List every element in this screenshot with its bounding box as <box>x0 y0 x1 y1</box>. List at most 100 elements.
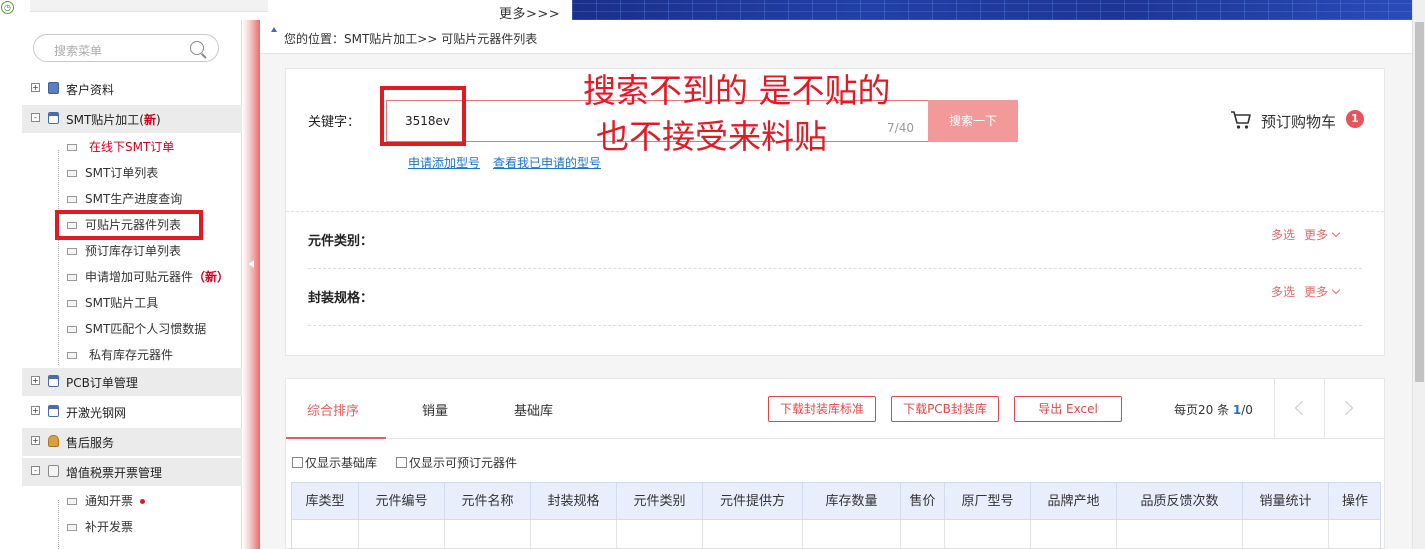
column-header[interactable]: 品牌产地 <box>1031 483 1117 520</box>
divider <box>308 325 1362 326</box>
char-counter: 7/40 <box>887 121 914 135</box>
sidebar-group-label: PCB订单管理 <box>66 376 138 390</box>
sidebar-group-invoice[interactable]: - 增值税票开票管理 <box>22 458 242 486</box>
sidebar-group-customer[interactable]: + 客户资料 <box>22 75 242 103</box>
column-header[interactable]: 品质反馈次数 <box>1117 483 1243 520</box>
sidebar-item-label: 预订库存订单列表 <box>85 244 182 258</box>
only-reservable-checkbox[interactable]: 仅显示可预订元器件 <box>396 454 517 471</box>
page-icon <box>67 170 77 177</box>
page-icon <box>67 196 77 203</box>
sidebar-item-label: 通知开票 <box>85 494 134 508</box>
sidebar-splitter[interactable] <box>242 20 260 549</box>
column-header[interactable]: 操作 <box>1329 483 1381 520</box>
sidebar-item-smt-progress[interactable]: SMT生产进度查询 <box>22 185 242 211</box>
export-excel-button[interactable]: 导出 Excel <box>1014 396 1122 422</box>
sidebar-item-label: 补开发票 <box>85 520 134 534</box>
column-header[interactable]: 库存数量 <box>803 483 901 520</box>
search-button[interactable]: 搜索一下 <box>928 100 1018 142</box>
tab-basic-library[interactable]: 基础库 <box>514 400 553 419</box>
next-page-icon[interactable] <box>1338 400 1354 416</box>
collapse-icon[interactable]: - <box>31 113 40 122</box>
breadcrumb-path: SMT贴片加工>> 可贴片元器件列表 <box>344 32 538 46</box>
sidebar-item-smt-order-list[interactable]: SMT订单列表 <box>22 159 242 185</box>
annotation-text: 搜索不到的 是不贴的 <box>583 71 891 110</box>
sidebar-item-private-stock[interactable]: 私有库存元器件 <box>22 341 242 367</box>
sidebar-item-online-smt-order[interactable]: 在线下SMT订单 <box>22 133 242 159</box>
column-header[interactable]: 销量统计 <box>1243 483 1329 520</box>
sidebar-group-stencil[interactable]: + 开激光钢网 <box>22 398 242 426</box>
red-dot-icon <box>140 499 145 504</box>
sidebar-item-invoice-notice[interactable]: 通知开票 <box>22 487 242 513</box>
annotation-text: 也不接受来料贴 <box>596 117 827 156</box>
column-header[interactable]: 原厂型号 <box>945 483 1031 520</box>
column-header[interactable]: 元件名称 <box>445 483 531 520</box>
page-scrollbar[interactable] <box>1412 0 1425 549</box>
table-column <box>292 520 359 549</box>
sidebar-group-label: SMT贴片加工(新) <box>66 113 161 127</box>
download-pcb-button[interactable]: 下载PCB封装库 <box>891 396 999 422</box>
filter-category-multiselect[interactable]: 多选 <box>1271 226 1295 243</box>
top-grey-bar <box>30 0 268 12</box>
sidebar-item-reserve-orders[interactable]: 预订库存订单列表 <box>22 237 242 263</box>
divider <box>286 211 1384 212</box>
scrollbar-thumb[interactable] <box>1415 22 1424 382</box>
pagination-info: 每页20 条 1/0 <box>1174 403 1253 417</box>
column-header[interactable]: 封装规格 <box>531 483 617 520</box>
tab-sales[interactable]: 销量 <box>422 400 448 419</box>
sidebar-group-pcb[interactable]: + PCB订单管理 <box>22 368 242 396</box>
sidebar-group-after-sales[interactable]: + 售后服务 <box>22 428 242 456</box>
clock-icon: ◷ <box>1 1 14 14</box>
circuit-banner <box>572 0 1412 20</box>
filter-package-multiselect[interactable]: 多选 <box>1271 283 1295 300</box>
table-column <box>359 520 445 549</box>
page-icon <box>67 524 77 531</box>
sidebar-item-smt-habits[interactable]: SMT匹配个人习惯数据 <box>22 315 242 341</box>
sidebar-item-label: SMT订单列表 <box>85 166 159 180</box>
table-column <box>531 520 617 549</box>
expand-icon[interactable]: + <box>31 83 40 92</box>
divider <box>1324 379 1325 439</box>
user-folder-icon <box>48 82 59 94</box>
collapse-icon[interactable]: - <box>31 466 40 475</box>
sidebar-item-invoice-reissue[interactable]: 补开发票 <box>22 513 242 539</box>
sidebar-item-label: SMT贴片工具 <box>85 296 159 310</box>
filter-category-more[interactable]: 更多 <box>1304 226 1341 243</box>
grid-folder-icon <box>48 112 59 124</box>
results-panel: 综合排序 销量 基础库 下载封装库标准 下载PCB封装库 导出 Excel 每页… <box>285 378 1385 549</box>
sidebar-group-smt[interactable]: - SMT贴片加工(新) <box>22 105 242 133</box>
filter-package-more[interactable]: 更多 <box>1304 283 1341 300</box>
new-badge: 新 <box>143 113 156 127</box>
only-basic-checkbox[interactable]: 仅显示基础库 <box>292 454 377 471</box>
breadcrumb-label: 您的位置： <box>284 32 345 46</box>
sidebar-item-smt-tools[interactable]: SMT贴片工具 <box>22 289 242 315</box>
tab-default-sort[interactable]: 综合排序 <box>307 400 359 419</box>
page-icon <box>67 498 77 505</box>
sidebar-item-request-component[interactable]: 申请增加可贴元器件（新） <box>22 263 242 289</box>
checkbox-icon[interactable] <box>396 457 407 468</box>
expand-icon[interactable]: + <box>31 406 40 415</box>
table-body <box>291 520 1381 549</box>
sidebar-group-label: 增值税票开票管理 <box>66 466 163 480</box>
cart-count-badge: 1 <box>1346 110 1364 128</box>
expand-icon[interactable]: + <box>31 376 40 385</box>
expand-icon[interactable]: + <box>31 436 40 445</box>
checkbox-icon[interactable] <box>292 457 303 468</box>
menu-search-input[interactable]: 搜索菜单 <box>33 34 219 62</box>
page-icon <box>67 352 77 359</box>
sort-tabs: 综合排序 销量 基础库 下载封装库标准 下载PCB封装库 导出 Excel 每页… <box>286 379 1384 439</box>
collapse-arrow-icon[interactable] <box>249 260 254 268</box>
column-header[interactable]: 元件类别 <box>617 483 703 520</box>
prev-page-icon[interactable] <box>1294 400 1310 416</box>
sidebar-item-label: 申请增加可贴元器件（新） <box>85 270 230 284</box>
column-header[interactable]: 售价 <box>901 483 945 520</box>
request-add-model-link[interactable]: 申请添加型号 <box>408 154 480 171</box>
annotation-highlight-box <box>380 86 466 146</box>
sidebar-item-label: SMT生产进度查询 <box>85 192 183 206</box>
search-icon[interactable] <box>190 41 204 55</box>
column-header[interactable]: 库类型 <box>292 483 359 520</box>
column-header[interactable]: 元件提供方 <box>703 483 803 520</box>
view-requested-models-link[interactable]: 查看我已申请的型号 <box>493 154 601 171</box>
page-icon <box>67 274 77 281</box>
download-std-button[interactable]: 下载封装库标准 <box>768 396 876 422</box>
column-header[interactable]: 元件编号 <box>359 483 445 520</box>
